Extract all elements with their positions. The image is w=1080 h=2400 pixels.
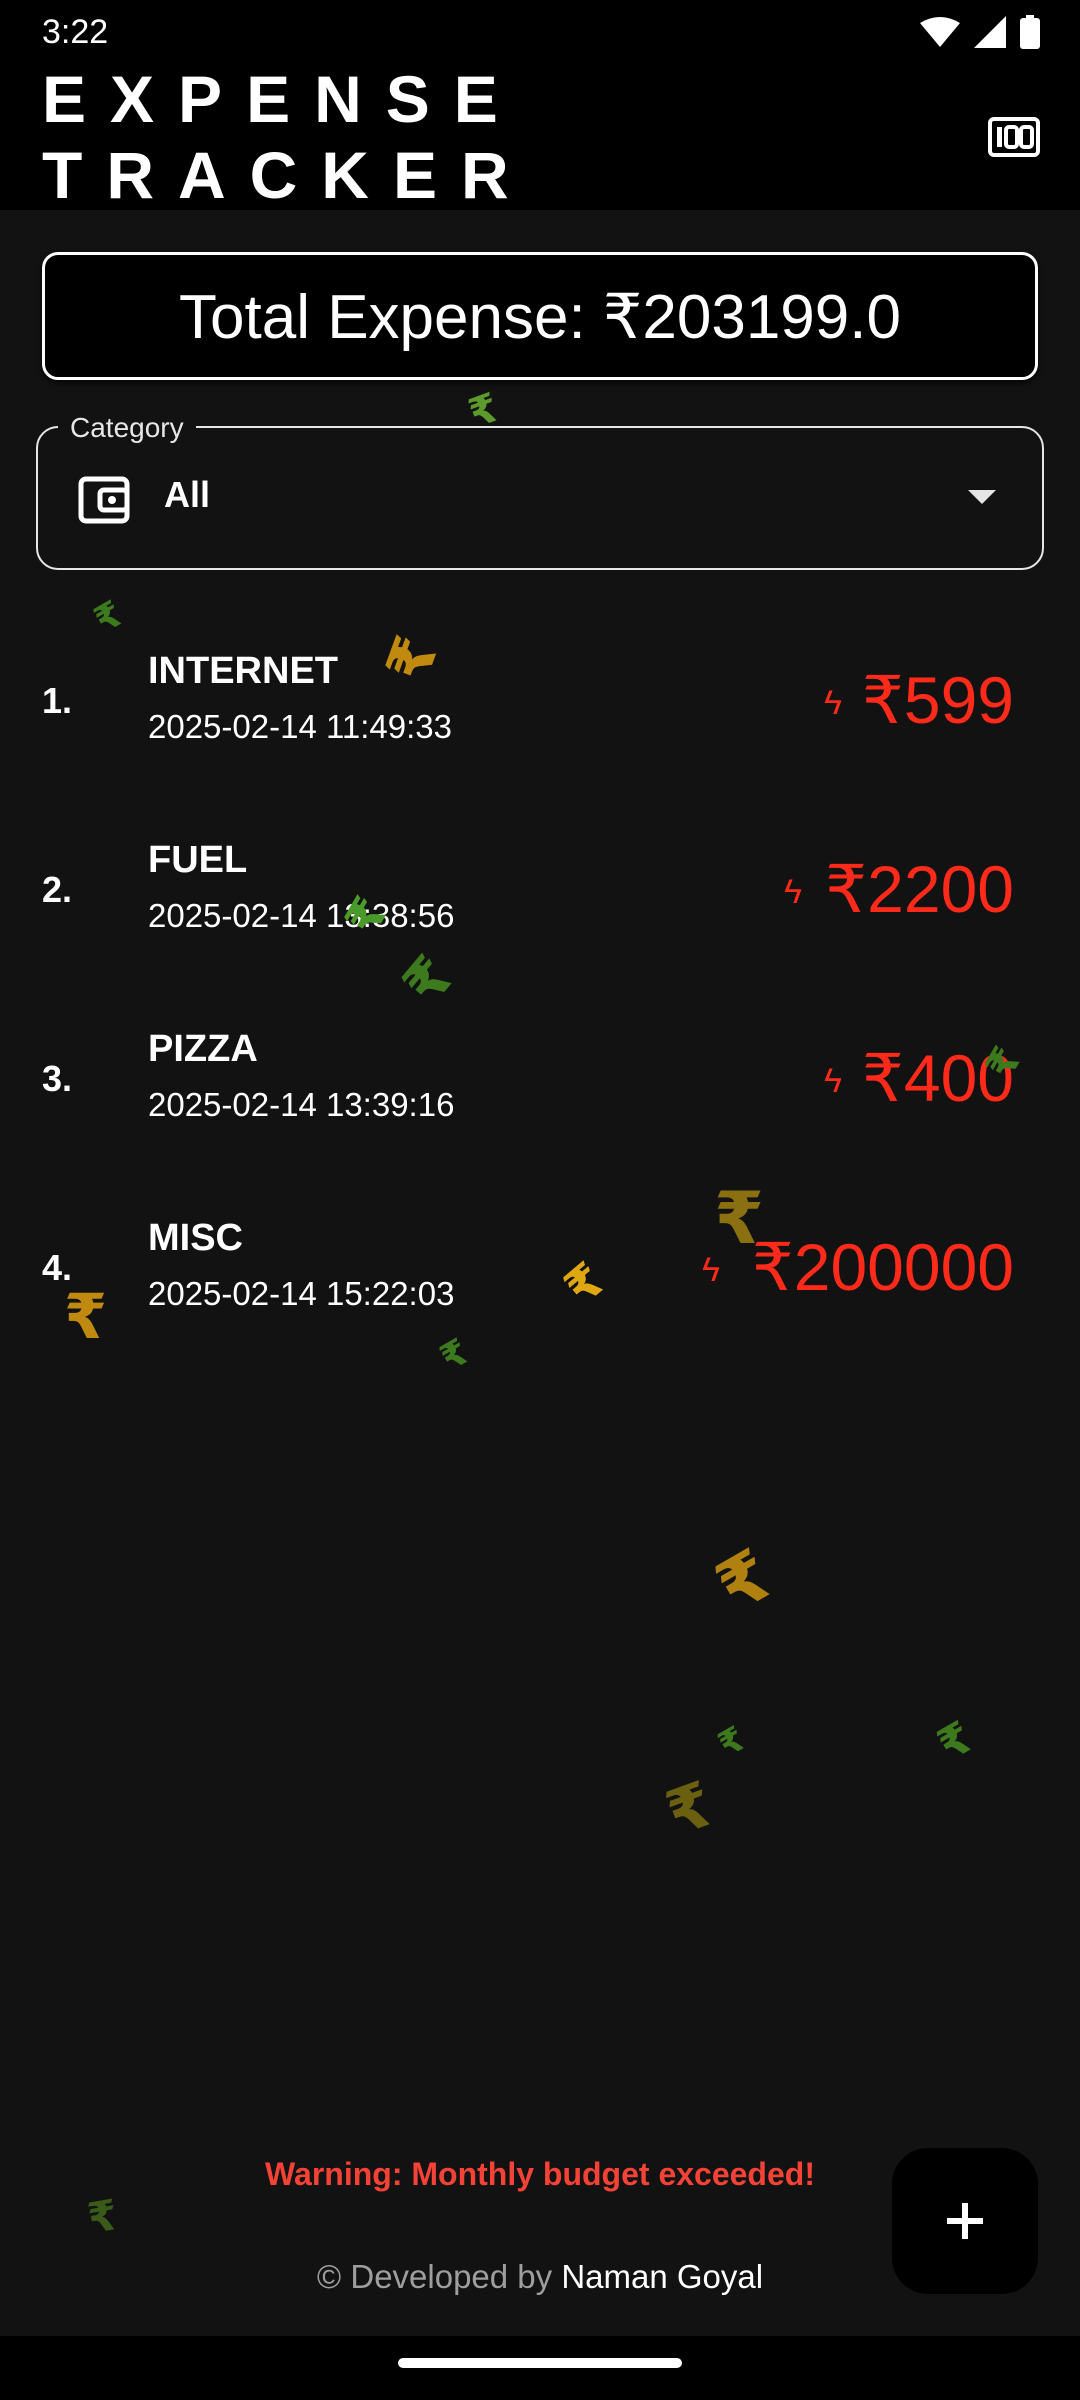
item-name: MISC <box>148 1217 243 1259</box>
category-dropdown[interactable]: Category All <box>36 412 1044 570</box>
item-index: 3. <box>42 1058 73 1099</box>
rupee-decoration-icon: ₹ <box>657 1769 722 1850</box>
app-title: EXPENSE TRACKER <box>42 62 533 212</box>
wallet-icon <box>78 476 130 524</box>
item-date: 2025-02-14 13:39:16 <box>148 1086 455 1123</box>
category-value: All <box>164 474 211 515</box>
navigation-bar <box>0 2336 1080 2400</box>
list-item[interactable]: 2. FUEL 2025-02-14 13:38:56 ϟ ₹2200 <box>0 789 1080 978</box>
bolt-icon: ϟ <box>784 873 802 911</box>
rupee-decoration-icon: ₹ <box>703 1535 785 1627</box>
item-amount: ₹200000 <box>751 1230 1014 1304</box>
list-item[interactable]: 1. INTERNET 2025-02-14 11:49:33 ϟ ₹599 <box>0 600 1080 789</box>
item-date: 2025-02-14 13:38:56 <box>148 897 455 934</box>
footer-author: Naman Goyal <box>561 2258 764 2295</box>
footer-prefix: © Developed by <box>316 2258 553 2295</box>
add-expense-button[interactable] <box>892 2148 1038 2294</box>
item-index: 1. <box>42 680 73 721</box>
rupee-decoration-icon: ₹ <box>84 2190 122 2243</box>
bolt-icon: ϟ <box>824 684 842 722</box>
item-date: 2025-02-14 11:49:33 <box>148 708 452 745</box>
list-item[interactable]: 4. MISC 2025-02-14 15:22:03 ϟ ₹200000 <box>0 1167 1080 1356</box>
signal-icon <box>974 16 1006 48</box>
item-index: 2. <box>42 869 73 910</box>
item-name: INTERNET <box>148 650 338 692</box>
item-amount: ₹2200 <box>825 852 1014 926</box>
item-date: 2025-02-14 15:22:03 <box>148 1275 455 1312</box>
expense-list: 1. INTERNET 2025-02-14 11:49:33 ϟ ₹599 2… <box>0 600 1080 1356</box>
status-icons <box>920 15 1040 49</box>
item-name: PIZZA <box>148 1028 258 1070</box>
category-label: Category <box>58 412 196 444</box>
battery-icon <box>1020 15 1040 49</box>
bolt-icon: ϟ <box>702 1251 720 1289</box>
status-bar: 3:22 <box>0 0 1080 64</box>
chevron-down-icon <box>968 490 996 504</box>
item-amount: ₹400 <box>861 1041 1014 1115</box>
total-expense-card: Total Expense: ₹203199.0 <box>42 252 1038 380</box>
list-item[interactable]: 3. PIZZA 2025-02-14 13:39:16 ϟ ₹400 <box>0 978 1080 1167</box>
budget-100-button[interactable] <box>987 115 1040 159</box>
status-time: 3:22 <box>42 12 109 51</box>
wifi-icon <box>920 17 960 47</box>
rupee-decoration-icon: ₹ <box>929 1712 981 1771</box>
total-expense-text: Total Expense: ₹203199.0 <box>179 282 901 352</box>
plus-icon <box>947 2203 983 2239</box>
item-index: 4. <box>42 1247 73 1288</box>
rupee-decoration-icon: ₹ <box>712 1719 752 1765</box>
budget-100-icon <box>987 117 1040 157</box>
item-name: FUEL <box>148 839 248 881</box>
item-amount: ₹599 <box>861 663 1014 737</box>
home-indicator[interactable] <box>398 2358 682 2368</box>
app-bar: EXPENSE TRACKER <box>0 62 1080 212</box>
bolt-icon: ϟ <box>824 1062 842 1100</box>
